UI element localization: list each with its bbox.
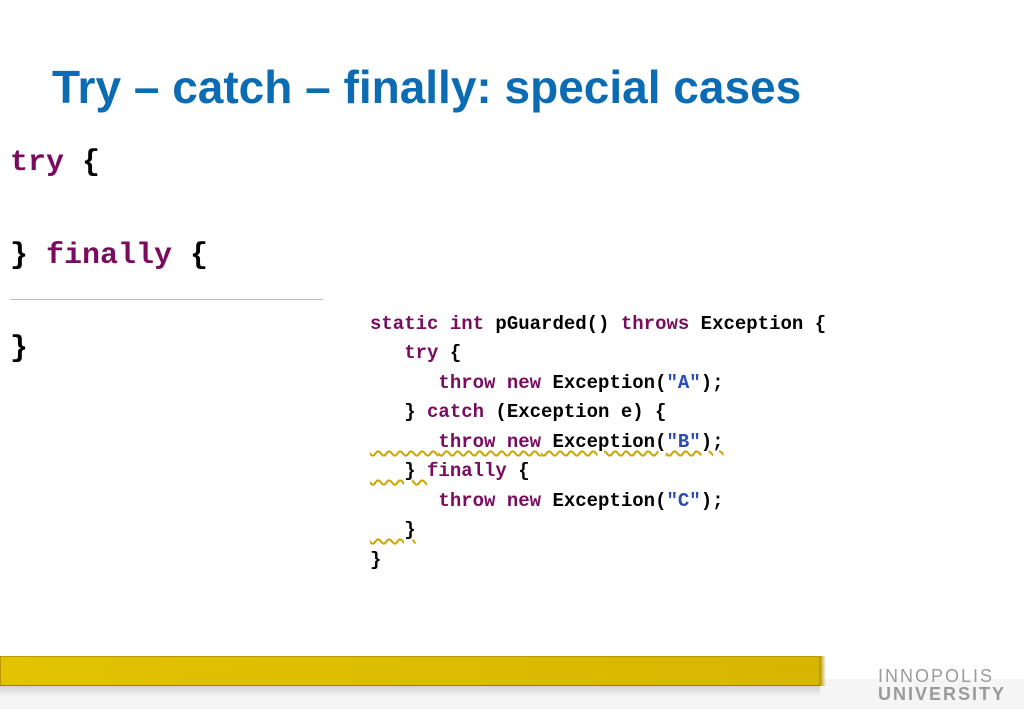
code-text: Exception( [541, 431, 666, 453]
code-indent [370, 342, 404, 364]
logo: INNOPOLIS UNIVERSITY [878, 667, 1006, 703]
keyword-catch: catch [427, 401, 484, 423]
keyword-throws: throws [621, 313, 689, 335]
code-indent [370, 372, 438, 394]
code-text: ); [701, 490, 724, 512]
code-indent: } [370, 460, 427, 482]
slide-footer: INNOPOLIS UNIVERSITY [0, 655, 1024, 709]
keyword-finally: finally [427, 460, 507, 482]
code-text: Exception( [541, 490, 666, 512]
code-text: { [172, 239, 208, 273]
keyword-static-int: static int [370, 313, 484, 335]
code-text: ); [701, 372, 724, 394]
code-text: ); [701, 431, 724, 453]
keyword-throw-new: throw new [438, 372, 541, 394]
keyword-try: try [404, 342, 438, 364]
code-indent [370, 490, 438, 512]
code-block-left: try { } finally { } [10, 140, 208, 373]
slide-title: Try – catch – finally: special cases [52, 60, 801, 114]
code-block-right: static int pGuarded() throws Exception {… [370, 310, 826, 575]
code-text: (Exception e) { [484, 401, 666, 423]
code-indent [370, 431, 438, 453]
logo-text-top: INNOPOLIS [878, 667, 1006, 685]
slide: Try – catch – finally: special cases try… [0, 0, 1024, 709]
code-indent: } [370, 401, 427, 423]
keyword-finally: finally [46, 239, 172, 273]
footer-bar-accent [0, 656, 820, 686]
code-text: Exception { [689, 313, 826, 335]
keyword-throw-new: throw new [438, 490, 541, 512]
code-text: } [370, 549, 381, 571]
footer-shadow [0, 685, 820, 697]
footer-bar-edge [820, 656, 826, 686]
code-text: pGuarded() [484, 313, 621, 335]
keyword-throw-new: throw new [438, 431, 541, 453]
code-text: } [370, 519, 416, 541]
logo-text-bottom: UNIVERSITY [878, 685, 1006, 703]
code-text: } [10, 239, 46, 273]
code-text: } [10, 332, 28, 366]
string-literal: "A" [666, 372, 700, 394]
code-text: Exception( [541, 372, 666, 394]
code-text: { [438, 342, 461, 364]
keyword-try: try [10, 146, 64, 180]
divider-line [10, 299, 323, 300]
string-literal: "B" [666, 431, 700, 453]
string-literal: "C" [666, 490, 700, 512]
code-text: { [64, 146, 100, 180]
code-text: { [507, 460, 530, 482]
